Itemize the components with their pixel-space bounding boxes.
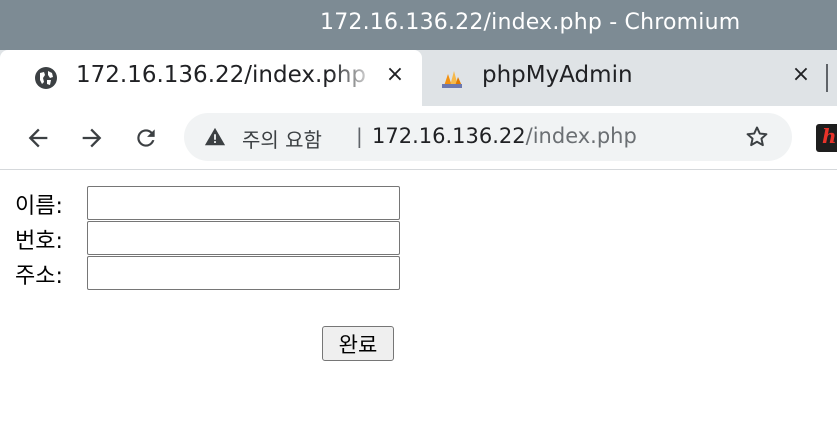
url-host: 172.16.136.22 xyxy=(372,124,526,148)
address-input[interactable] xyxy=(87,256,400,290)
reload-icon xyxy=(137,129,155,147)
phpmyadmin-logo-icon xyxy=(442,71,462,88)
number-input[interactable] xyxy=(87,221,400,255)
tab-label: phpMyAdmin xyxy=(482,62,633,88)
globe-icon xyxy=(35,67,57,89)
number-label: 번호: xyxy=(15,229,63,254)
back-button[interactable] xyxy=(18,118,58,158)
window-titlebar: 172.16.136.22/index.php - Chromium xyxy=(0,0,837,50)
url-text[interactable]: 172.16.136.22/index.php xyxy=(372,124,637,148)
tab-close-button[interactable]: × xyxy=(788,62,814,87)
star-icon[interactable] xyxy=(744,124,770,150)
submit-button[interactable]: 완료 xyxy=(322,326,394,361)
reload-button[interactable] xyxy=(126,118,166,158)
url-path: /index.php xyxy=(525,124,637,148)
back-arrow-icon xyxy=(28,128,48,148)
security-status-label[interactable]: 주의 요함 xyxy=(242,124,322,153)
tab-index-php[interactable]: 172.16.136.22/index.php × xyxy=(0,50,422,106)
forward-arrow-icon xyxy=(82,128,102,148)
omnibox-divider: | xyxy=(356,124,363,148)
extension-icon[interactable]: h xyxy=(816,124,837,152)
tab-label: 172.16.136.22/index.php xyxy=(76,62,367,88)
warning-icon[interactable] xyxy=(204,126,226,148)
page-content: 이름: 번호: 주소: 완료 xyxy=(0,171,837,446)
tab-phpmyadmin[interactable]: phpMyAdmin × xyxy=(422,50,837,106)
name-label: 이름: xyxy=(15,194,63,219)
address-label: 주소: xyxy=(15,264,63,289)
extension-glyph: h xyxy=(822,124,837,148)
forward-button[interactable] xyxy=(72,118,112,158)
tab-strip: 172.16.136.22/index.php × phpMyAdmin × xyxy=(0,50,837,106)
window-title: 172.16.136.22/index.php - Chromium xyxy=(320,10,741,35)
browser-toolbar: 주의 요함 | 172.16.136.22/index.php h xyxy=(0,106,837,170)
tab-close-button[interactable]: × xyxy=(382,62,408,87)
address-bar[interactable]: 주의 요함 | 172.16.136.22/index.php xyxy=(184,113,792,161)
tab-separator xyxy=(826,64,828,92)
name-input[interactable] xyxy=(87,186,400,220)
